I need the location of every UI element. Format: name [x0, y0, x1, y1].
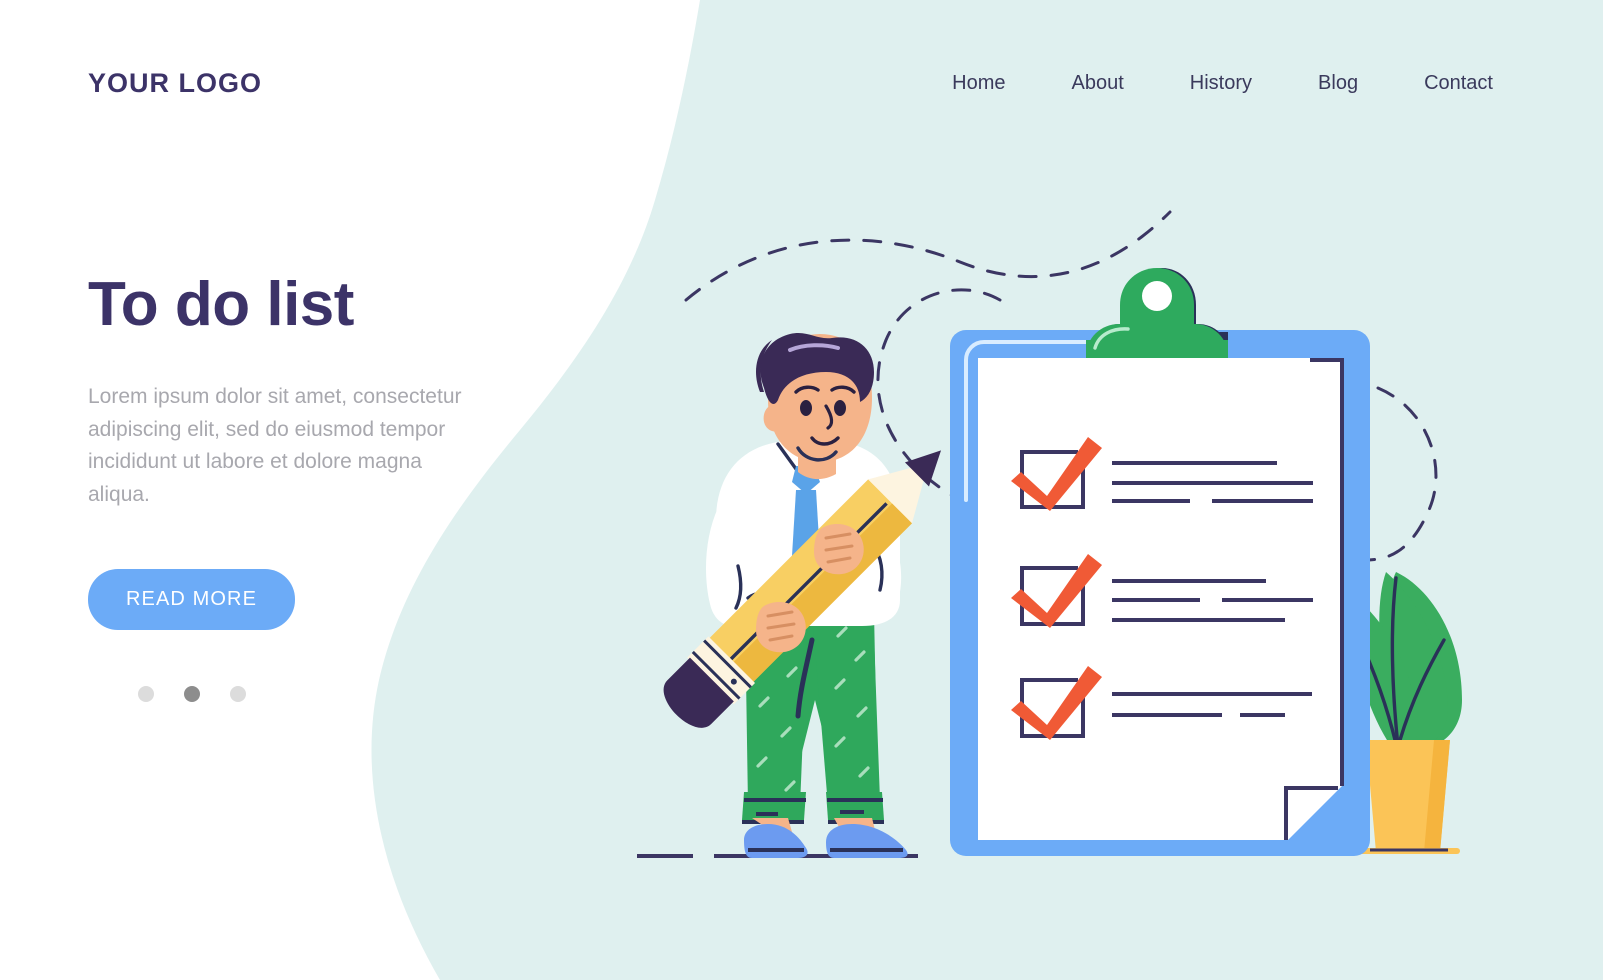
carousel-dot-1[interactable] [138, 686, 154, 703]
nav-item-blog[interactable]: Blog [1318, 72, 1358, 95]
carousel-dot-3[interactable] [230, 686, 246, 703]
site-header: YOUR LOGO Home About History Blog Contac… [0, 0, 1603, 175]
potted-plant [1355, 572, 1462, 854]
carousel-dot-2[interactable] [184, 686, 200, 703]
site-logo[interactable]: YOUR LOGO [88, 68, 262, 99]
nav-item-contact[interactable]: Contact [1424, 72, 1493, 95]
page-root: YOUR LOGO Home About History Blog Contac… [0, 0, 1603, 980]
nav-item-home[interactable]: Home [952, 72, 1005, 95]
page-title: To do list [88, 270, 354, 339]
nav-item-history[interactable]: History [1190, 72, 1252, 95]
main-navigation: Home About History Blog Contact [952, 72, 1493, 95]
clipboard [950, 268, 1370, 856]
hero-section: To do list Lorem ipsum dolor sit amet, c… [88, 270, 508, 703]
read-more-button[interactable]: READ MORE [88, 569, 296, 631]
carousel-dots [138, 686, 508, 703]
nav-item-about[interactable]: About [1072, 72, 1124, 95]
clipboard-clip [1086, 268, 1228, 358]
character-illustration [637, 333, 942, 858]
hero-paragraph: Lorem ipsum dolor sit amet, consectetur … [88, 385, 462, 506]
